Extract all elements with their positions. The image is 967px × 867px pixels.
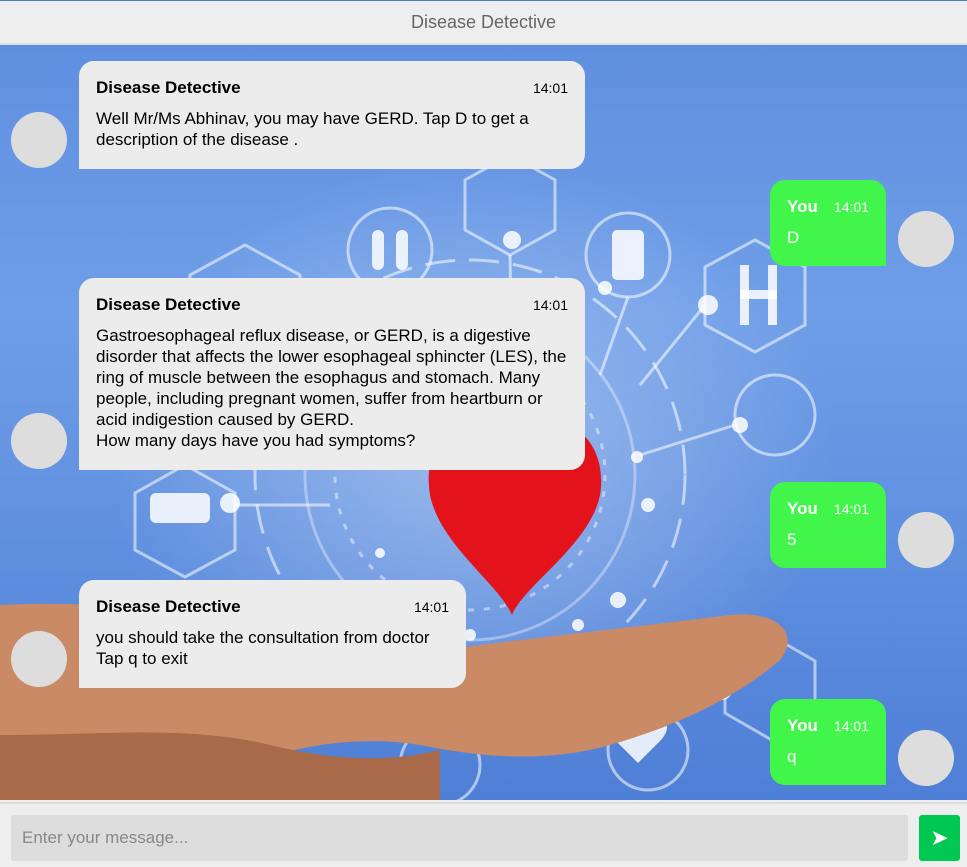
bot-message: Disease Detective 14:01 Gastroesophageal… <box>79 278 585 470</box>
message-text: Gastroesophageal reflux disease, or GERD… <box>96 326 567 450</box>
user-avatar <box>898 211 954 267</box>
user-avatar <box>898 730 954 786</box>
user-message: You 14:01 D <box>770 180 886 266</box>
message-time: 14:01 <box>833 501 869 517</box>
app-title: Disease Detective <box>410 11 557 32</box>
user-message: You 14:01 q <box>770 699 886 785</box>
message-text: Well Mr/Ms Abhinav, you may have GERD. T… <box>96 109 529 149</box>
chat-area[interactable]: Disease Detective 14:01 Well Mr/Ms Abhin… <box>0 45 967 800</box>
message-composer: ➤ <box>0 802 967 867</box>
bot-message: Disease Detective 14:01 Well Mr/Ms Abhin… <box>79 61 585 169</box>
send-button[interactable]: ➤ <box>919 815 960 861</box>
message-sender: You <box>787 197 818 216</box>
message-text: 5 <box>787 530 797 549</box>
bot-avatar <box>11 631 67 687</box>
message-sender: Disease Detective <box>96 597 241 616</box>
message-time: 14:01 <box>532 297 568 313</box>
bot-avatar <box>11 413 67 469</box>
user-message: You 14:01 5 <box>770 482 886 568</box>
message-time: 14:01 <box>413 599 449 615</box>
message-sender: Disease Detective <box>96 78 241 97</box>
message-sender: Disease Detective <box>96 295 241 314</box>
message-sender: You <box>787 499 818 518</box>
message-text: D <box>787 228 800 247</box>
message-time: 14:01 <box>833 718 869 734</box>
message-input[interactable] <box>11 815 908 861</box>
message-text: you should take the consultation from do… <box>96 628 430 668</box>
message-time: 14:01 <box>833 199 869 215</box>
bot-avatar <box>11 112 67 168</box>
app-header: Disease Detective <box>0 0 967 45</box>
send-arrow-icon: ➤ <box>930 825 949 850</box>
message-sender: You <box>787 716 818 735</box>
message-time: 14:01 <box>532 80 568 96</box>
user-avatar <box>898 512 954 568</box>
message-text: q <box>787 747 797 766</box>
bot-message: Disease Detective 14:01 you should take … <box>79 580 466 688</box>
